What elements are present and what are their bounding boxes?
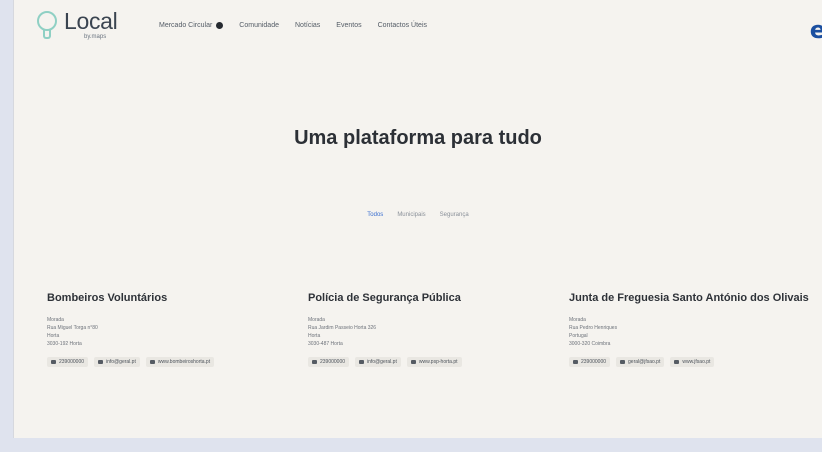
site-header: Local by.maps Mercado Circular Comunidad… — [14, 0, 822, 60]
contact-card-psp: Polícia de Segurança Pública Morada Rua … — [308, 290, 548, 367]
logo-subtext: by.maps — [84, 34, 107, 40]
card-postcode: 3030-487 Horta — [308, 341, 343, 347]
hero-title: Uma plataforma para tudo — [294, 127, 542, 149]
website-badge[interactable]: www.psp-horta.pt — [406, 357, 462, 367]
nav-item-noticias[interactable]: Notícias — [295, 22, 320, 29]
email-badge[interactable]: geral@jfsao.pt — [616, 357, 665, 367]
lightbulb-icon — [34, 9, 60, 43]
main-nav: Mercado Circular Comunidade Notícias Eve… — [159, 22, 443, 29]
card-address-label: Morada — [308, 317, 325, 323]
phone-badge[interactable]: 239000000 — [569, 357, 611, 367]
filter-seguranca[interactable]: Segurança — [440, 212, 469, 218]
card-street: Rua Miguel Torga n°80 — [47, 325, 98, 331]
card-title: Polícia de Segurança Pública — [308, 292, 461, 304]
card-address-label: Morada — [569, 317, 586, 323]
logo-text: Local — [64, 8, 118, 34]
contact-card-junta-freguesia: Junta de Freguesia Santo António dos Oli… — [569, 290, 814, 367]
phone-icon — [573, 360, 578, 364]
mail-icon — [359, 360, 365, 364]
email-badge[interactable]: info@geral.pt — [355, 357, 401, 367]
card-city: Portugal — [569, 333, 588, 339]
brand-e-icon[interactable]: e — [810, 18, 822, 42]
globe-icon — [674, 360, 680, 364]
card-postcode: 3030-192 Horta — [47, 341, 82, 347]
card-city: Horta — [308, 333, 321, 339]
nav-item-comunidade[interactable]: Comunidade — [239, 22, 279, 29]
globe-icon — [410, 360, 416, 364]
email-badge[interactable]: info@geral.pt — [94, 357, 140, 367]
filter-municipais[interactable]: Municipais — [397, 212, 425, 218]
globe-icon — [149, 360, 155, 364]
dropdown-dot-icon — [216, 22, 224, 29]
page-frame: Local by.maps Mercado Circular Comunidad… — [13, 0, 822, 438]
phone-icon — [312, 360, 317, 364]
card-postcode: 3000-320 Coimbra — [569, 341, 611, 347]
phone-badge[interactable]: 239000000 — [308, 357, 350, 367]
contact-card-bombeiros: Bombeiros Voluntários Morada Rua Miguel … — [47, 290, 287, 367]
filter-todos[interactable]: Todos — [367, 212, 383, 218]
card-title: Junta de Freguesia Santo António dos Oli… — [569, 292, 809, 304]
nav-item-eventos[interactable]: Eventos — [336, 22, 361, 29]
logo[interactable]: Local by.maps — [34, 9, 118, 43]
card-street: Rua Pedro Henriques — [569, 325, 618, 331]
phone-badge[interactable]: 239000000 — [47, 357, 89, 367]
mail-icon — [620, 360, 626, 364]
mail-icon — [98, 360, 104, 364]
nav-item-mercado-circular[interactable]: Mercado Circular — [159, 22, 224, 29]
website-badge[interactable]: www.bombeiroshorta.pt — [145, 357, 215, 367]
category-filters: Todos Municipais Segurança — [14, 212, 822, 218]
nav-item-contactos-uteis[interactable]: Contactos Úteis — [378, 22, 427, 29]
card-address-label: Morada — [47, 317, 64, 323]
card-city: Horta — [47, 333, 60, 339]
website-badge[interactable]: www.jfsao.pt — [670, 357, 715, 367]
card-title: Bombeiros Voluntários — [47, 292, 168, 304]
phone-icon — [51, 360, 56, 364]
card-street: Rua Jardim Passeio Horta 326 — [308, 325, 377, 331]
